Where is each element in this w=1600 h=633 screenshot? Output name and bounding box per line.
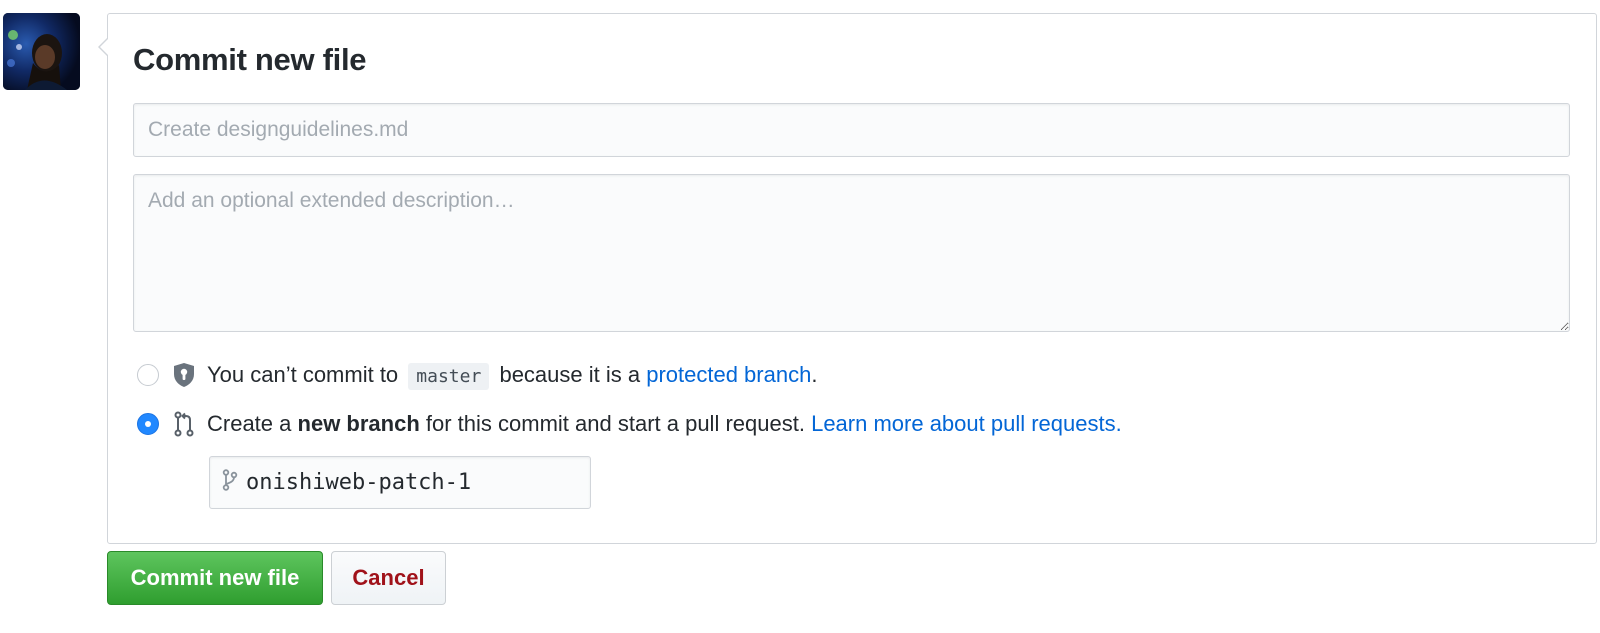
page-title: Commit new file [133, 42, 367, 77]
direct-text-after: . [811, 362, 818, 387]
direct-text-middle: because it is a [499, 362, 641, 387]
new-branch-text-before: Create a [207, 411, 292, 436]
commit-new-file-button[interactable]: Commit new file [107, 551, 323, 605]
cancel-button[interactable]: Cancel [331, 551, 446, 605]
avatar-image [3, 13, 80, 90]
new-branch-option[interactable]: Create a new branch for this commit and … [137, 409, 1122, 439]
branch-name-field[interactable] [209, 456, 591, 509]
commit-direct-option[interactable]: You can’t commit to master because it is… [137, 360, 817, 390]
panel-pointer-inner [100, 39, 108, 55]
direct-text-before: You can’t commit to [207, 362, 399, 387]
protected-branch-link[interactable]: protected branch [646, 362, 811, 387]
shield-lock-icon [171, 360, 197, 390]
pull-request-icon [171, 409, 197, 439]
commit-direct-text: You can’t commit to master because it is… [207, 362, 818, 390]
commit-description-textarea[interactable] [133, 174, 1570, 332]
branch-name-input[interactable] [246, 470, 576, 495]
new-branch-text: Create a new branch for this commit and … [207, 411, 1122, 437]
commit-summary-input[interactable] [133, 103, 1570, 157]
learn-more-pull-requests-link[interactable]: Learn more about pull requests. [811, 411, 1122, 436]
avatar[interactable] [3, 13, 80, 90]
new-branch-bold: new branch [297, 411, 420, 436]
new-branch-radio[interactable] [137, 413, 159, 435]
branch-icon [222, 469, 238, 496]
commit-direct-radio[interactable] [137, 364, 159, 386]
new-branch-text-middle: for this commit and start a pull request… [425, 411, 805, 436]
branch-code-master: master [408, 363, 490, 390]
